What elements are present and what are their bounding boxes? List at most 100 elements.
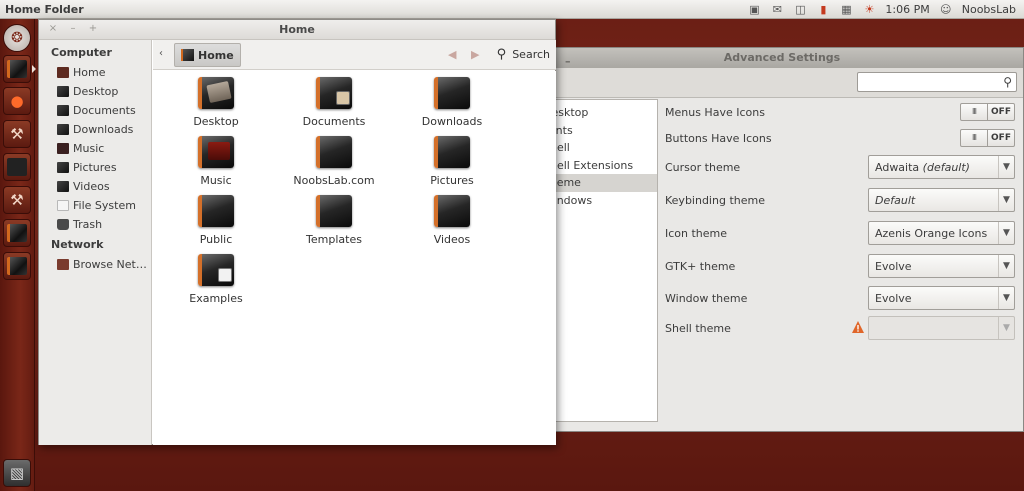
sidebar-item-videos[interactable]: Videos [39,177,151,196]
folder-item[interactable]: Videos [397,195,507,251]
category-shell[interactable]: Shell [541,139,657,157]
battery-icon[interactable]: ▦ [839,3,853,17]
category-windows[interactable]: Windows [541,192,657,210]
terminal-icon[interactable] [3,153,31,181]
folder-label: Downloads [421,115,483,128]
folder-label: NoobsLab.com [293,174,375,187]
icon-theme-select[interactable]: Azenis Orange Icons ▼ [868,221,1015,245]
menus-have-icons-switch[interactable]: III OFF [960,103,1015,121]
settings-search-input[interactable]: ⚲ [857,72,1017,92]
sidebar-item-trash[interactable]: Trash [39,215,151,234]
folder-icon[interactable] [3,252,31,280]
sidebar-item-downloads[interactable]: Downloads [39,120,151,139]
window-theme-select[interactable]: Evolve ▼ [868,286,1015,310]
setting-menus-have-icons: Menus Have Icons III OFF [665,100,1015,124]
chevron-down-icon[interactable]: ▼ [998,287,1014,309]
category-desktop[interactable]: Desktop [541,104,657,122]
indicator-area: ▣ ✉ ◫ ▮ ▦ ☀ 1:06 PM ☺ NoobsLab [747,0,1016,19]
chevron-down-icon[interactable]: ▼ [998,156,1014,178]
volume-icon[interactable]: ◫ [793,3,807,17]
weather-icon[interactable]: ☀ [862,3,876,17]
folder-icon [434,195,470,227]
user-name[interactable]: NoobsLab [962,3,1016,16]
setting-gtk-theme: GTK+ theme Evolve ▼ [665,254,1015,278]
maximize-icon[interactable]: + [87,23,99,35]
setting-keybinding-theme: Keybinding theme Default ▼ [665,188,1015,212]
combo-value: Azenis Orange Icons [875,226,988,240]
category-list: Desktop Fonts Shell Shell Extensions The… [541,99,658,422]
breadcrumb-home[interactable]: Home [174,43,241,67]
window-title: Home [279,23,315,36]
minimize-icon[interactable]: – [67,23,79,35]
user-icon[interactable]: ☺ [939,3,953,17]
switch-knob[interactable]: III [961,104,988,120]
network-indicator-icon[interactable]: ▮ [816,3,830,17]
sidebar-item-music[interactable]: Music [39,139,151,158]
sidebar-item-home[interactable]: Home [39,63,151,82]
folder-icon [316,195,352,227]
buttons-have-icons-switch[interactable]: III OFF [960,129,1015,147]
search-icon[interactable]: ⚲ [1003,75,1012,89]
close-icon[interactable]: × [47,23,59,35]
switch-knob[interactable]: III [961,130,988,146]
advanced-settings-titlebar[interactable]: – Advanced Settings [541,48,1023,68]
folder-label: Templates [306,233,362,246]
files-icon[interactable] [3,55,31,83]
sidebar-item-pictures[interactable]: Pictures [39,158,151,177]
chevron-down-icon[interactable]: ▼ [998,317,1014,339]
file-manager-window: × – + Home Computer Home Desktop Documen… [38,19,556,445]
keybinding-theme-select[interactable]: Default ▼ [868,188,1015,212]
browser-icon[interactable]: ● [3,87,31,115]
folder-label: Public [199,233,233,246]
folder-item[interactable]: Desktop [161,77,271,133]
nav-back-icon[interactable]: ◀ [448,48,456,61]
folder-item[interactable]: Music [161,136,271,192]
folder-item[interactable]: NoobsLab.com [279,136,389,192]
breadcrumb-label: Home [198,48,234,62]
mail-icon[interactable]: ✉ [770,3,784,17]
ubuntu-logo-icon[interactable]: ❂ [3,24,31,52]
file-manager-titlebar[interactable]: × – + Home [39,20,555,40]
trash-icon [57,219,69,230]
settings-tools-icon[interactable]: ⚒ [3,186,31,214]
chevron-down-icon[interactable]: ▼ [998,222,1014,244]
setting-buttons-have-icons: Buttons Have Icons III OFF [665,126,1015,150]
folder-icon[interactable] [3,219,31,247]
category-theme[interactable]: Theme [541,174,657,192]
shell-theme-select[interactable]: ▼ [868,316,1015,340]
chevron-down-icon[interactable]: ▼ [998,255,1014,277]
workspace-icon[interactable]: ▣ [747,3,761,17]
folder-label: Music [200,174,232,187]
sidebar-item-documents[interactable]: Documents [39,101,151,120]
folder-item[interactable]: Downloads [397,77,507,133]
cursor-theme-select[interactable]: Adwaita (default) ▼ [868,155,1015,179]
search-button[interactable]: ⚲ Search [497,47,550,62]
folder-item[interactable]: Templates [279,195,389,251]
folder-label: Pictures [430,174,474,187]
combo-value: Default [875,193,916,207]
sidebar-item-desktop[interactable]: Desktop [39,82,151,101]
advanced-settings-title: Advanced Settings [723,51,841,64]
folder-item[interactable]: Examples [161,254,271,310]
clock[interactable]: 1:06 PM [885,3,929,16]
sidebar-item-file-system[interactable]: File System [39,196,151,215]
sidebar-item-browse-network[interactable]: Browse Net… [39,255,151,274]
folder-icon [434,77,470,109]
trash-icon[interactable]: ▧ [3,459,31,487]
setting-cursor-theme: Cursor theme Adwaita (default) ▼ [665,155,1015,179]
gtk-theme-select[interactable]: Evolve ▼ [868,254,1015,278]
category-fonts[interactable]: Fonts [541,122,657,140]
folder-label: Documents [302,115,366,128]
switch-state: OFF [991,133,1011,143]
pictures-icon [57,162,69,173]
documents-icon [57,105,69,116]
chevron-down-icon[interactable]: ▼ [998,189,1014,211]
folder-item[interactable]: Public [161,195,271,251]
nav-forward-icon[interactable]: ▶ [471,48,479,61]
tools-icon[interactable]: ⚒ [3,120,31,148]
folder-icon [434,136,470,168]
category-shell-extensions[interactable]: Shell Extensions [541,157,657,175]
folder-item[interactable]: Pictures [397,136,507,192]
folder-item[interactable]: Documents [279,77,389,133]
back-arrow-icon[interactable]: ‹ [159,48,163,59]
